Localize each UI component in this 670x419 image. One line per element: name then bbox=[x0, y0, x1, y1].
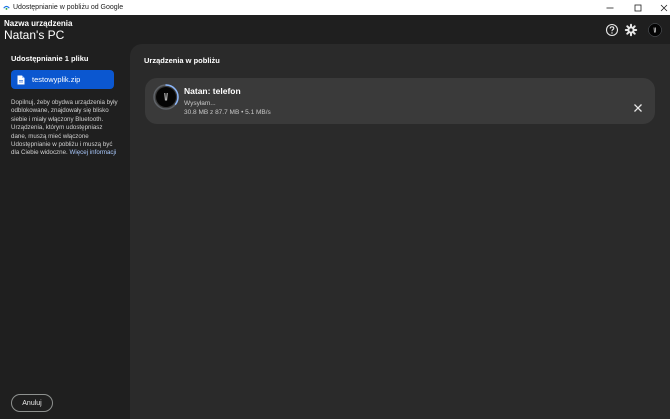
learn-more-link[interactable]: Więcej informacji bbox=[70, 149, 117, 156]
maximize-button[interactable] bbox=[626, 0, 650, 15]
avatar[interactable] bbox=[648, 23, 662, 37]
instructions-body: Dopilnuj, żeby obydwa urządzenia były od… bbox=[11, 99, 118, 157]
cancel-button[interactable]: Anuluj bbox=[11, 394, 53, 412]
file-name: testowyplik.zip bbox=[32, 75, 81, 84]
help-icon[interactable] bbox=[605, 23, 619, 37]
gear-icon[interactable] bbox=[624, 23, 638, 37]
nearby-share-icon bbox=[3, 5, 10, 10]
maximize-icon bbox=[634, 4, 642, 11]
device-card: Natan: telefon Wysyłam... 30.8 MB z 87.7… bbox=[145, 78, 655, 124]
device-avatar bbox=[153, 84, 179, 110]
transfer-progress: 30.8 MB z 87.7 MB • 5.1 MB/s bbox=[184, 109, 271, 116]
main-panel: Urządzenia w pobliżu Natan: telefon Wysy… bbox=[130, 44, 670, 419]
close-icon bbox=[660, 4, 668, 11]
minimize-icon bbox=[606, 7, 614, 8]
transfer-status: Wysyłam... bbox=[184, 100, 216, 107]
instructions-text: Dopilnuj, żeby obydwa urządzenia były od… bbox=[11, 99, 119, 158]
file-chip[interactable]: testowyplik.zip bbox=[11, 70, 114, 89]
device-name: Natan's PC bbox=[4, 28, 65, 42]
minimize-button[interactable] bbox=[598, 0, 622, 15]
title-bar: Udostępnianie w pobliżu od Google bbox=[0, 0, 670, 15]
nearby-devices-title: Urządzenia w pobliżu bbox=[144, 56, 220, 65]
file-icon bbox=[17, 75, 25, 84]
device-name-label: Natan: telefon bbox=[184, 86, 241, 96]
window-title: Udostępnianie w pobliżu od Google bbox=[13, 4, 124, 11]
close-window-button[interactable] bbox=[652, 0, 670, 15]
app-header: Nazwa urządzenia Natan's PC bbox=[0, 15, 670, 44]
close-icon[interactable] bbox=[632, 102, 644, 114]
sidebar: Udostępnianie 1 pliku testowyplik.zip Do… bbox=[0, 44, 130, 419]
share-title: Udostępnianie 1 pliku bbox=[11, 54, 89, 63]
device-name-label: Nazwa urządzenia bbox=[4, 19, 73, 28]
